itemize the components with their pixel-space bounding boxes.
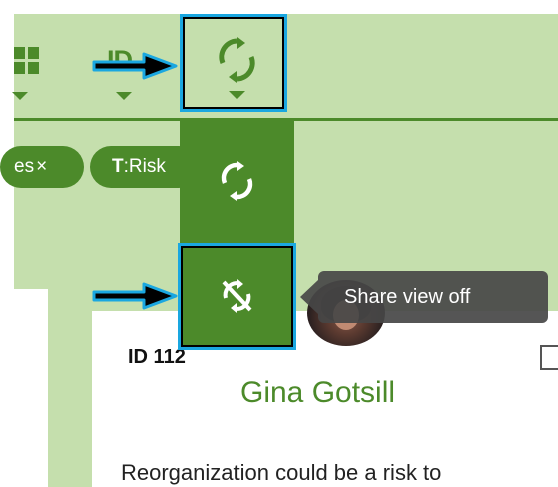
- sync-disabled-icon: [222, 279, 252, 313]
- annotation-arrow-top: [92, 52, 178, 80]
- grid-view-icon[interactable]: [14, 47, 40, 75]
- share-view-on-option[interactable]: [180, 121, 294, 241]
- sort-dropdown-caret[interactable]: [116, 92, 132, 100]
- record-title[interactable]: Gina Gotsill: [240, 376, 395, 410]
- tooltip: Share view off: [318, 271, 548, 323]
- tooltip-pointer: [300, 280, 318, 314]
- grid-view-dropdown-caret[interactable]: [12, 92, 28, 100]
- window-top-frame: [0, 0, 558, 14]
- record-description: Reorganization could be a risk to: [121, 460, 442, 485]
- share-view-button[interactable]: [180, 14, 287, 112]
- close-icon[interactable]: ×: [36, 156, 47, 177]
- sync-icon: [219, 37, 255, 99]
- share-view-off-option[interactable]: [178, 243, 296, 350]
- filter-chip-label: :Risk: [123, 156, 166, 177]
- record-card-partial[interactable]: [0, 289, 48, 487]
- select-checkbox[interactable]: [540, 345, 558, 370]
- annotation-arrow-bottom: [92, 282, 178, 310]
- sync-icon: [221, 161, 253, 201]
- filter-chip-label: es: [14, 156, 35, 177]
- filter-type-prefix: T: [112, 156, 124, 177]
- filter-chip[interactable]: es ×: [0, 146, 84, 188]
